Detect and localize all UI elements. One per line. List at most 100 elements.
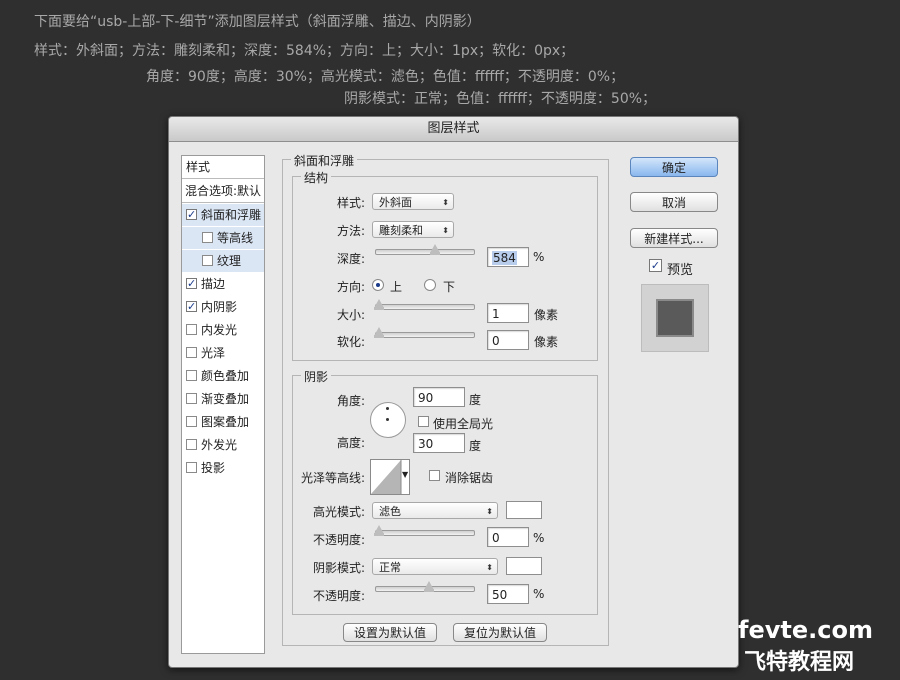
list-item-inner-shadow[interactable]: ✓ 内阴影 xyxy=(182,296,268,318)
shadow-opacity-thumb[interactable] xyxy=(424,581,434,592)
soften-slider[interactable] xyxy=(374,327,475,338)
technique-select-value: 雕刻柔和 xyxy=(379,224,423,237)
list-item-label: 斜面和浮雕 xyxy=(201,208,262,222)
list-item-label: 外发光 xyxy=(201,438,238,452)
color-overlay-checkbox[interactable] xyxy=(186,370,197,381)
checkbox-box xyxy=(429,470,440,481)
bevel-emboss-title: 斜面和浮雕 xyxy=(291,152,358,169)
size-slider-thumb[interactable] xyxy=(374,299,384,310)
cancel-button[interactable]: 取消 xyxy=(630,192,718,212)
depth-unit: % xyxy=(533,250,545,264)
preview-checkbox[interactable]: ✓ xyxy=(649,259,666,273)
list-item-stroke[interactable]: ✓ 描边 xyxy=(182,273,268,295)
drop-shadow-checkbox[interactable] xyxy=(186,462,197,473)
angle-label: 角度: xyxy=(336,394,365,408)
list-item-label: 光泽 xyxy=(201,346,226,360)
bevel-checkbox[interactable]: ✓ xyxy=(186,209,197,220)
blending-options-item[interactable]: 混合选项:默认 xyxy=(182,180,267,202)
watermark-site-name: 飞特教程网 xyxy=(744,650,855,675)
shadow-opacity-unit: % xyxy=(533,587,545,601)
highlight-opacity-label: 不透明度: xyxy=(312,533,365,547)
size-input[interactable]: 1 xyxy=(487,303,529,323)
list-item-satin[interactable]: 光泽 xyxy=(182,342,268,364)
angle-dial[interactable] xyxy=(370,402,406,438)
preview-label: 预览 xyxy=(667,263,694,278)
shadow-opacity-label: 不透明度: xyxy=(312,589,365,603)
select-arrows-icon: ⬍ xyxy=(442,198,449,207)
style-label: 样式: xyxy=(336,196,365,210)
select-arrows-icon: ⬍ xyxy=(442,226,449,235)
list-item-label: 颜色叠加 xyxy=(201,369,250,383)
soften-label: 软化: xyxy=(336,335,365,349)
list-item-label: 图案叠加 xyxy=(201,415,250,429)
shading-title: 阴影 xyxy=(301,368,332,385)
soften-input[interactable]: 0 xyxy=(487,330,529,350)
tutorial-line-4: 阴影模式：正常；色值：ffffff；不透明度：50%； xyxy=(344,91,657,107)
size-slider[interactable] xyxy=(374,299,475,310)
contour-checkbox[interactable] xyxy=(202,232,213,243)
highlight-opacity-unit: % xyxy=(533,531,545,545)
inner-shadow-checkbox[interactable]: ✓ xyxy=(186,301,197,312)
depth-value: 584 xyxy=(492,251,517,265)
shadow-mode-value: 正常 xyxy=(379,561,401,574)
shadow-opacity-slider[interactable] xyxy=(375,581,475,592)
shading-group: 阴影 xyxy=(292,368,598,615)
list-item-texture[interactable]: 纹理 xyxy=(182,250,264,272)
texture-checkbox[interactable] xyxy=(202,255,213,266)
direction-down-label: 下 xyxy=(443,280,456,294)
list-item-pattern-overlay[interactable]: 图案叠加 xyxy=(182,411,268,433)
soften-unit: 像素 xyxy=(534,335,559,349)
highlight-opacity-input[interactable]: 0 xyxy=(487,527,529,547)
technique-label: 方法: xyxy=(336,224,365,238)
direction-up-radio[interactable] xyxy=(372,279,384,291)
watermark-domain: fevte.com xyxy=(738,616,873,644)
anti-alias-checkbox[interactable] xyxy=(429,469,444,483)
direction-down-radio[interactable] xyxy=(424,279,436,291)
highlight-opacity-slider[interactable] xyxy=(374,525,475,536)
stroke-checkbox[interactable]: ✓ xyxy=(186,278,197,289)
style-select[interactable]: 外斜面 ⬍ xyxy=(372,193,454,210)
shadow-mode-select[interactable]: 正常 ⬍ xyxy=(372,558,498,575)
depth-input[interactable]: 584 xyxy=(487,247,529,267)
direction-label: 方向: xyxy=(336,280,365,294)
shadow-opacity-input[interactable]: 50 xyxy=(487,584,529,604)
soften-slider-thumb[interactable] xyxy=(374,327,384,338)
depth-slider-thumb[interactable] xyxy=(430,244,440,255)
satin-checkbox[interactable] xyxy=(186,347,197,358)
style-select-value: 外斜面 xyxy=(379,196,412,209)
list-item-drop-shadow[interactable]: 投影 xyxy=(182,457,268,479)
outer-glow-checkbox[interactable] xyxy=(186,439,197,450)
new-style-button[interactable]: 新建样式... xyxy=(630,228,718,248)
highlight-mode-select[interactable]: 滤色 ⬍ xyxy=(372,502,498,519)
list-item-gradient-overlay[interactable]: 渐变叠加 xyxy=(182,388,268,410)
list-item-bevel[interactable]: ✓ 斜面和浮雕 xyxy=(182,204,264,226)
pattern-overlay-checkbox[interactable] xyxy=(186,416,197,427)
gradient-overlay-checkbox[interactable] xyxy=(186,393,197,404)
list-item-label: 等高线 xyxy=(217,231,254,245)
inner-glow-checkbox[interactable] xyxy=(186,324,197,335)
list-item-inner-glow[interactable]: 内发光 xyxy=(182,319,268,341)
styles-header: 样式 xyxy=(186,160,211,174)
altitude-input[interactable]: 30 xyxy=(413,433,465,453)
list-item-contour[interactable]: 等高线 xyxy=(182,227,264,249)
anti-alias-label: 消除锯齿 xyxy=(445,471,494,485)
contour-dropdown-icon[interactable]: ▼ xyxy=(402,470,408,479)
tutorial-line-3: 角度：90度；高度：30%；高光模式：滤色；色值：ffffff；不透明度：0%； xyxy=(146,69,625,85)
angle-input[interactable]: 90 xyxy=(413,387,465,407)
reset-default-button[interactable]: 复位为默认值 xyxy=(453,623,547,642)
preview-thumbnail xyxy=(641,284,709,352)
global-light-label: 使用全局光 xyxy=(433,417,494,431)
highlight-opacity-thumb[interactable] xyxy=(374,525,384,536)
ok-button[interactable]: 确定 xyxy=(630,157,718,177)
global-light-checkbox[interactable] xyxy=(418,415,433,429)
checkbox-box: ✓ xyxy=(649,259,662,272)
set-default-button[interactable]: 设置为默认值 xyxy=(343,623,437,642)
shadow-color-swatch[interactable] xyxy=(506,557,542,575)
depth-slider[interactable] xyxy=(375,244,475,255)
technique-select[interactable]: 雕刻柔和 ⬍ xyxy=(372,221,454,238)
size-unit: 像素 xyxy=(534,308,559,322)
list-item-color-overlay[interactable]: 颜色叠加 xyxy=(182,365,268,387)
list-item-outer-glow[interactable]: 外发光 xyxy=(182,434,268,456)
highlight-color-swatch[interactable] xyxy=(506,501,542,519)
list-item-label: 纹理 xyxy=(217,254,242,268)
